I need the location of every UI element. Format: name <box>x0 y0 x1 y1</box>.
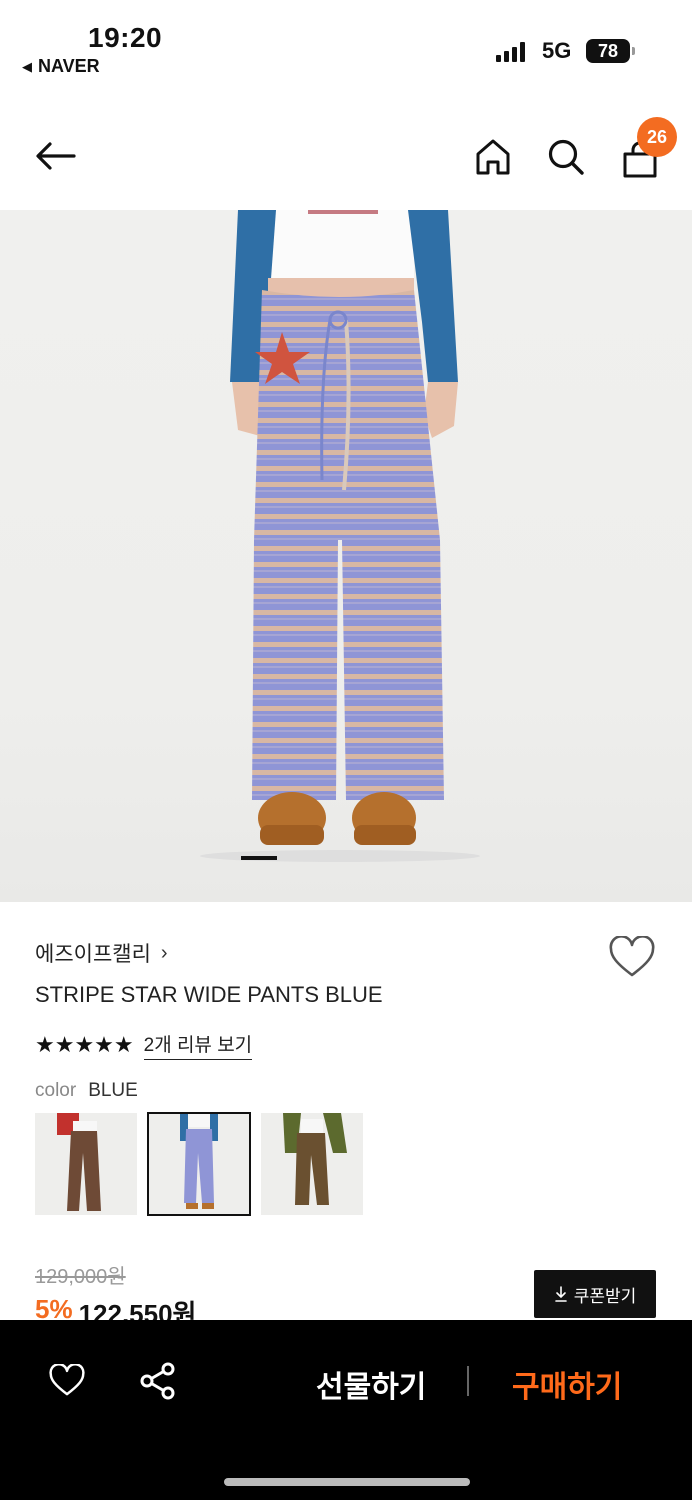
bottom-action-bar <box>0 1320 692 1500</box>
wishlist-button[interactable] <box>608 935 656 980</box>
home-indicator[interactable] <box>224 1478 470 1486</box>
battery-icon: 78 <box>586 39 635 63</box>
coupon-download-button[interactable]: 쿠폰받기 <box>534 1270 656 1318</box>
color-label: color <box>35 1080 77 1101</box>
network-type: 5G <box>542 38 572 63</box>
review-link[interactable]: 2개 리뷰 보기 <box>143 1030 253 1060</box>
back-to-app-link[interactable]: ◀ NAVER <box>22 56 100 77</box>
back-button[interactable] <box>32 132 80 180</box>
signal-icon <box>496 42 525 62</box>
bottom-divider <box>467 1366 469 1396</box>
chevron-right-icon: › <box>160 941 168 964</box>
product-name: STRIPE STAR WIDE PANTS BLUE <box>35 982 383 1007</box>
color-option-olive[interactable] <box>261 1113 363 1215</box>
cart-count-badge: 26 <box>637 117 677 157</box>
back-triangle-icon: ◀ <box>22 58 32 74</box>
share-icon <box>140 1362 175 1400</box>
search-icon <box>548 139 584 175</box>
product-photo <box>200 210 480 862</box>
search-button[interactable] <box>542 133 590 181</box>
status-time: 19:20 <box>88 22 163 53</box>
color-option-brown[interactable] <box>35 1113 137 1215</box>
back-app-label: NAVER <box>38 56 100 76</box>
thumbnail-image <box>283 1113 347 1205</box>
thumbnail-image <box>57 1113 101 1211</box>
coupon-label: 쿠폰받기 <box>573 1286 637 1306</box>
arrow-left-icon <box>36 142 76 170</box>
heart-icon <box>49 1364 85 1396</box>
heart-outline-icon <box>609 935 655 977</box>
color-option-blue[interactable] <box>147 1112 251 1216</box>
brand-name: 에즈이프캘리 <box>35 943 151 966</box>
color-thumbnails <box>35 1112 363 1216</box>
status-bar: 19:20 ◀ NAVER 5G 78 <box>0 0 692 90</box>
download-icon <box>554 1286 567 1302</box>
product-image-carousel[interactable] <box>0 210 692 902</box>
home-button[interactable] <box>469 133 517 181</box>
carousel-page-indicator <box>241 856 277 860</box>
brand-link[interactable]: 에즈이프캘리 › <box>35 938 168 968</box>
color-selector-label: color BLUE <box>35 1080 138 1102</box>
buy-button[interactable]: 구매하기 <box>512 1362 622 1406</box>
thumbnail-image <box>180 1113 218 1209</box>
star-rating-icon: ★★★★★ <box>35 1032 134 1057</box>
share-button[interactable] <box>134 1357 182 1405</box>
original-price: 129,000원 <box>35 1266 126 1288</box>
home-icon <box>476 139 510 175</box>
rating-row: ★★★★★ 2개 리뷰 보기 <box>35 1030 253 1060</box>
gift-button[interactable]: 선물하기 <box>316 1362 426 1406</box>
color-value: BLUE <box>88 1080 138 1101</box>
bottom-wishlist-button[interactable] <box>43 1357 91 1405</box>
